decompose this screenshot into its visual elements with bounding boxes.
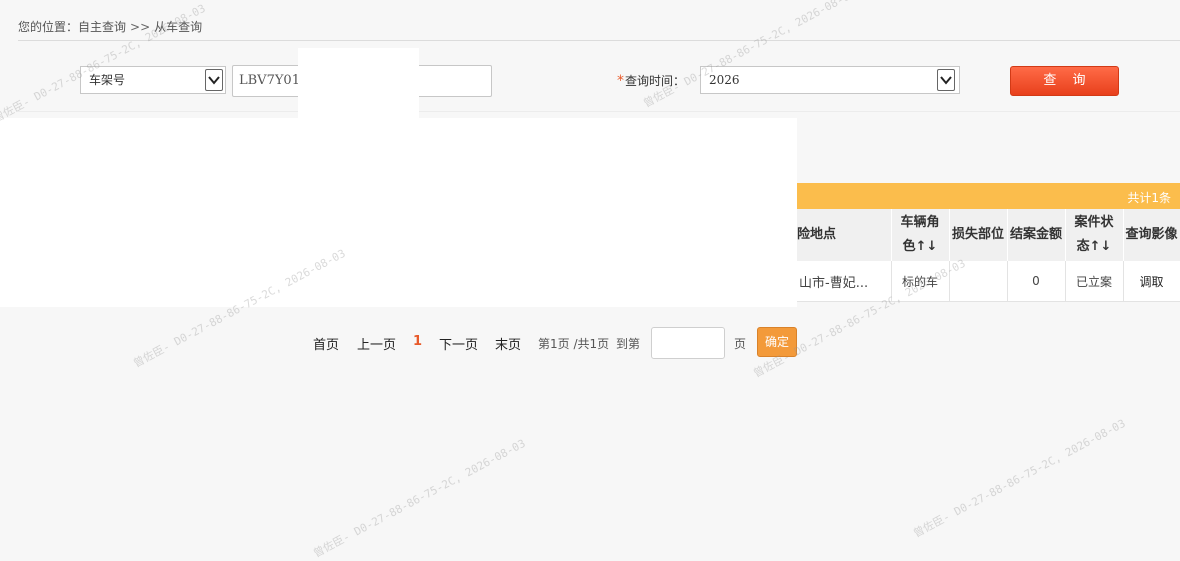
query-time-value: 2026: [709, 73, 740, 87]
breadcrumb-prefix: 您的位置：: [18, 20, 79, 34]
column-header-location: 险地点: [797, 209, 892, 261]
pager-next[interactable]: 下一页: [439, 334, 478, 353]
pager-last[interactable]: 末页: [495, 334, 521, 353]
redaction-mask: [0, 118, 797, 307]
pager-first[interactable]: 首页: [313, 334, 339, 353]
results-header-bar: 共计1条: [797, 183, 1180, 209]
chevron-down-icon[interactable]: [205, 69, 223, 91]
required-star: *: [617, 73, 624, 89]
cell-case-status: 已立案: [1065, 261, 1124, 302]
watermark: 曾佐臣- D0-27-88-86-75-2C, 2026-08-03: [641, 0, 858, 111]
cell-damage-part: [949, 261, 1008, 302]
field-type-select[interactable]: 车架号: [80, 66, 226, 94]
watermark: 曾佐臣- D0-27-88-86-75-2C, 2026-08-03: [311, 436, 528, 561]
table-row: 山市-曹妃... 标的车 0 已立案 调取: [797, 261, 1180, 302]
query-time-select[interactable]: 2026: [700, 66, 960, 94]
query-time-text: 查询时间：: [625, 74, 686, 88]
query-time-label: *查询时间：: [617, 72, 685, 89]
pager-goto-label: 到第: [616, 337, 641, 351]
pager-info: 第1页 /共1页: [538, 337, 610, 351]
cell-settled-amount: 0: [1007, 261, 1066, 302]
total-count: 共计1条: [1127, 191, 1171, 205]
search-divider: [18, 111, 1180, 112]
retrieve-image-link[interactable]: 调取: [1123, 261, 1180, 302]
field-type-value: 车架号: [89, 73, 126, 87]
column-header-vehicle-role[interactable]: 车辆角 色↑↓: [891, 209, 950, 261]
column-header-damage-part: 损失部位: [949, 209, 1008, 261]
column-header-case-status[interactable]: 案件状 态↑↓: [1065, 209, 1124, 261]
header-divider: [18, 40, 1180, 41]
page-number-input[interactable]: [651, 327, 725, 359]
results-table: 险地点 车辆角 色↑↓ 损失部位 结案金额 案件状 态↑↓ 查询影像 山市-曹妃..…: [797, 209, 1180, 302]
redaction-mask: [298, 48, 419, 118]
query-button[interactable]: 查 询: [1010, 66, 1119, 96]
column-header-settled-amount: 结案金额: [1007, 209, 1066, 261]
column-header-query-image: 查询影像: [1123, 209, 1180, 261]
cell-location: 山市-曹妃...: [797, 261, 892, 302]
pager-confirm-button[interactable]: 确定: [757, 327, 797, 357]
pager-prev[interactable]: 上一页: [357, 334, 396, 353]
table-header-row: 险地点 车辆角 色↑↓ 损失部位 结案金额 案件状 态↑↓ 查询影像: [797, 209, 1180, 261]
cell-vehicle-role: 标的车: [891, 261, 950, 302]
watermark: 曾佐臣- D0-27-88-86-75-2C, 2026-08-03: [911, 416, 1128, 541]
breadcrumb-separator: >>: [130, 20, 151, 34]
pager-current[interactable]: 1: [413, 334, 422, 349]
breadcrumb-level2: 从车查询: [154, 20, 203, 34]
chevron-down-icon[interactable]: [937, 69, 955, 91]
breadcrumb: 您的位置：自主查询 >> 从车查询: [18, 18, 202, 35]
breadcrumb-level1[interactable]: 自主查询: [78, 20, 126, 34]
pager-unit: 页: [734, 337, 747, 351]
